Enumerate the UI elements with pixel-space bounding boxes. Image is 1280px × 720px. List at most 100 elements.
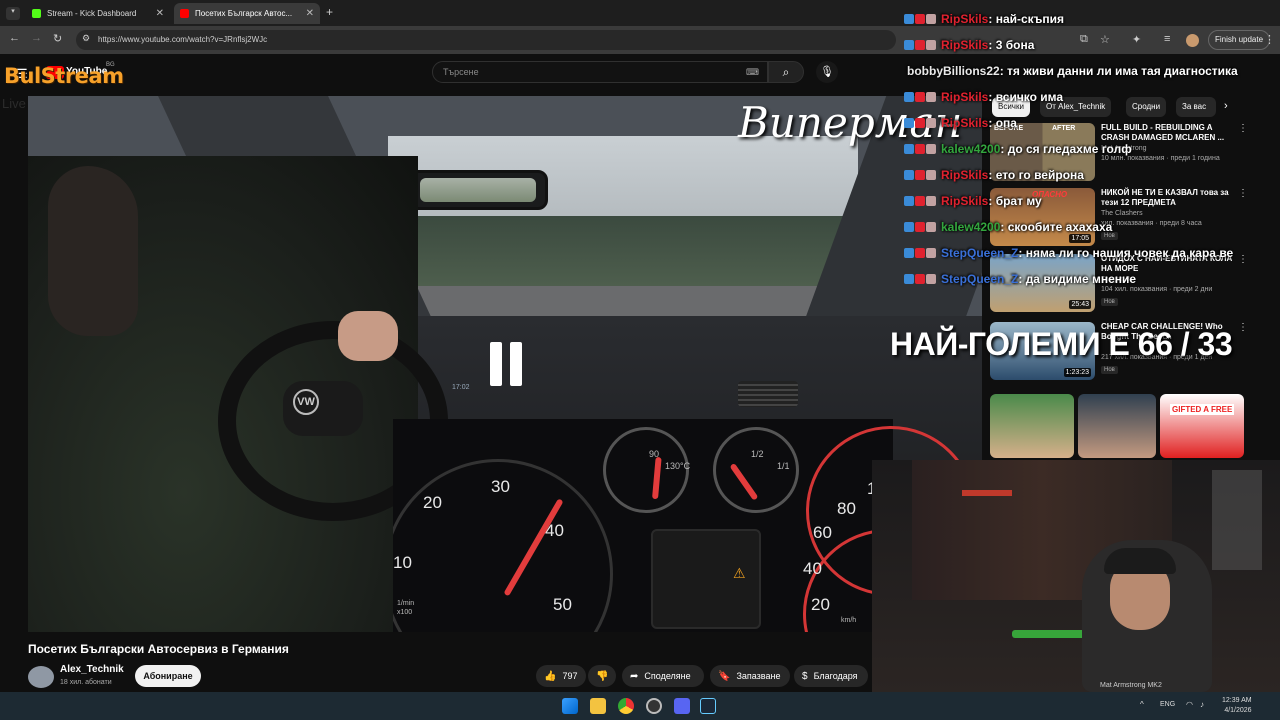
- new-tab-button[interactable]: +: [326, 5, 333, 19]
- tab-search-menu[interactable]: ▾: [6, 7, 20, 20]
- chat-badges-icon: [904, 272, 937, 286]
- gauge-label: 10: [393, 553, 412, 572]
- finish-update-label: Finish update: [1215, 35, 1264, 44]
- save-button[interactable]: 🔖 Запазване: [710, 665, 790, 687]
- url-text: https://www.youtube.com/watch?v=JRnflsj2…: [98, 35, 268, 44]
- chat-badges-icon: [904, 38, 937, 52]
- chat-username: RipSkils: [941, 90, 989, 104]
- chat-text: : всичко има: [988, 90, 1064, 104]
- bottom-thumbnail[interactable]: [990, 394, 1074, 458]
- pause-icon[interactable]: [486, 342, 526, 386]
- share-button[interactable]: ➦ Споделяне: [622, 665, 704, 687]
- kick-icon: [32, 9, 41, 18]
- video-player[interactable]: 17:02 VW 20 30 40 50 10 1/min x100 90 13…: [28, 96, 982, 632]
- chat-message: RipSkils: опа: [904, 116, 1017, 130]
- browser-menu-icon[interactable]: ⋮: [1264, 33, 1275, 46]
- search-button[interactable]: ⌕: [768, 61, 804, 83]
- chat-message: RipSkils: брат му: [904, 194, 1042, 208]
- recommendation-views: 10 млн. показвания · преди 1 година: [1101, 155, 1220, 162]
- dislike-button[interactable]: 👎: [588, 665, 616, 687]
- chat-username: kalew4200: [941, 142, 1001, 156]
- temp-max-label: 130°C: [665, 461, 691, 471]
- share-icon: ➦: [630, 671, 639, 682]
- tab-kick-dashboard[interactable]: Stream - Kick Dashboard ✕: [26, 3, 170, 24]
- bottom-thumbnail[interactable]: [1078, 394, 1156, 458]
- chat-text: : скообите ахахаха: [1000, 220, 1113, 234]
- chip-for-you[interactable]: За вас: [1176, 97, 1216, 117]
- extensions-icon[interactable]: ✦: [1132, 33, 1141, 46]
- save-icon: 🔖: [718, 671, 731, 682]
- webcam-red-shelf: [962, 490, 1012, 496]
- forward-icon[interactable]: →: [31, 32, 42, 44]
- like-count: 797: [562, 671, 578, 681]
- chat-message: kalew4200: до ся гледахме голф: [904, 142, 1132, 156]
- finish-update-button[interactable]: Finish update: [1208, 30, 1271, 50]
- voice-search-button[interactable]: 🎙: [816, 61, 838, 83]
- bulstream-logo: BulStream: [4, 64, 124, 88]
- recommendation-title: FULL BUILD - REBUILDING A CRASH DAMAGED …: [1101, 123, 1225, 142]
- rpm-unit: 1/min x100: [397, 600, 415, 616]
- install-icon[interactable]: ⧉: [1080, 33, 1088, 46]
- system-clock[interactable]: 12:39 AM 4/1/2026: [1222, 696, 1252, 716]
- thanks-button[interactable]: $ Благодаря: [794, 665, 868, 687]
- volume-icon[interactable]: ♪: [1200, 700, 1204, 709]
- clock-date: 4/1/2026: [1224, 707, 1252, 714]
- profile-avatar-icon[interactable]: [1186, 34, 1199, 47]
- address-bar[interactable]: https://www.youtube.com/watch?v=JRnflsj2…: [76, 30, 896, 50]
- tab-youtube-video[interactable]: Посетих Българск Автос... ✕: [174, 3, 320, 24]
- subscribe-button[interactable]: Абониране: [135, 665, 201, 687]
- chat-text: : до ся гледахме голф: [1000, 142, 1132, 156]
- steam-icon[interactable]: [700, 698, 716, 714]
- new-badge: Нов: [1101, 366, 1118, 374]
- windows-start-icon[interactable]: [562, 698, 578, 714]
- more-options-icon[interactable]: ⋮: [1238, 123, 1248, 134]
- chrome-icon[interactable]: [618, 698, 634, 714]
- more-options-icon[interactable]: ⋮: [1238, 322, 1248, 333]
- bookmark-star-icon[interactable]: ☆: [1100, 33, 1110, 46]
- close-tab-icon[interactable]: ✕: [306, 8, 314, 19]
- chat-username: StepQueen_Z: [941, 246, 1019, 260]
- thumbs-up-icon: 👍: [544, 671, 557, 682]
- tray-chevron-icon[interactable]: ^: [1140, 700, 1144, 709]
- bottom-thumbnail[interactable]: GIFTED A FREE: [1160, 394, 1244, 458]
- channel-avatar[interactable]: [28, 666, 54, 688]
- chat-message: RipSkils: 3 бона: [904, 38, 1034, 52]
- channel-name[interactable]: Alex_Technik: [60, 664, 124, 675]
- microphone-icon: 🎙: [820, 66, 834, 78]
- chat-username: bobbyBillions22: [907, 64, 1000, 78]
- discord-icon[interactable]: [674, 698, 690, 714]
- search-input[interactable]: Търсене ⌨: [432, 61, 768, 83]
- gauge-label: 50: [553, 595, 572, 614]
- close-tab-icon[interactable]: ✕: [156, 8, 164, 19]
- webcam-feed: [872, 460, 1280, 692]
- reload-icon[interactable]: ↻: [53, 32, 62, 45]
- speed-label: 40: [803, 559, 822, 578]
- keyboard-icon[interactable]: ⌨: [746, 62, 759, 82]
- driver-hand: [338, 311, 398, 361]
- webcam-light: [1212, 470, 1262, 570]
- recommendation-views: 104 хил. показвания · преди 2 дни: [1101, 286, 1213, 293]
- chat-text: : ето го вейрона: [988, 168, 1084, 182]
- wifi-icon[interactable]: ◠: [1186, 700, 1193, 709]
- more-options-icon[interactable]: ⋮: [1238, 254, 1248, 265]
- chat-username: kalew4200: [941, 220, 1001, 234]
- more-options-icon[interactable]: ⋮: [1238, 188, 1248, 199]
- browser-tab-bar: ▾ Stream - Kick Dashboard ✕ Посетих Бълг…: [0, 0, 1280, 26]
- chat-username: RipSkils: [941, 38, 989, 52]
- video-title: Посетих Български Автосервиз в Германия: [28, 642, 289, 656]
- like-button[interactable]: 👍 797: [536, 665, 586, 687]
- chat-text: : да видиме мнение: [1018, 272, 1137, 286]
- save-label: Запазване: [736, 671, 781, 681]
- chevron-right-icon[interactable]: ›: [1224, 100, 1228, 112]
- language-indicator[interactable]: ENG: [1160, 701, 1175, 708]
- webcam-caption: Mat Armstrong MK2: [1100, 682, 1162, 689]
- chat-text: : 3 бона: [988, 38, 1035, 52]
- back-icon[interactable]: ←: [9, 32, 20, 44]
- chip-related[interactable]: Сродни: [1126, 97, 1167, 117]
- site-settings-icon[interactable]: ⚙: [82, 33, 90, 44]
- chat-message: RipSkils: ето го вейрона: [904, 168, 1084, 182]
- media-control-icon[interactable]: ≡: [1164, 33, 1170, 45]
- obs-icon[interactable]: [646, 698, 662, 714]
- file-explorer-icon[interactable]: [590, 698, 606, 714]
- chat-badges-icon: [904, 168, 937, 182]
